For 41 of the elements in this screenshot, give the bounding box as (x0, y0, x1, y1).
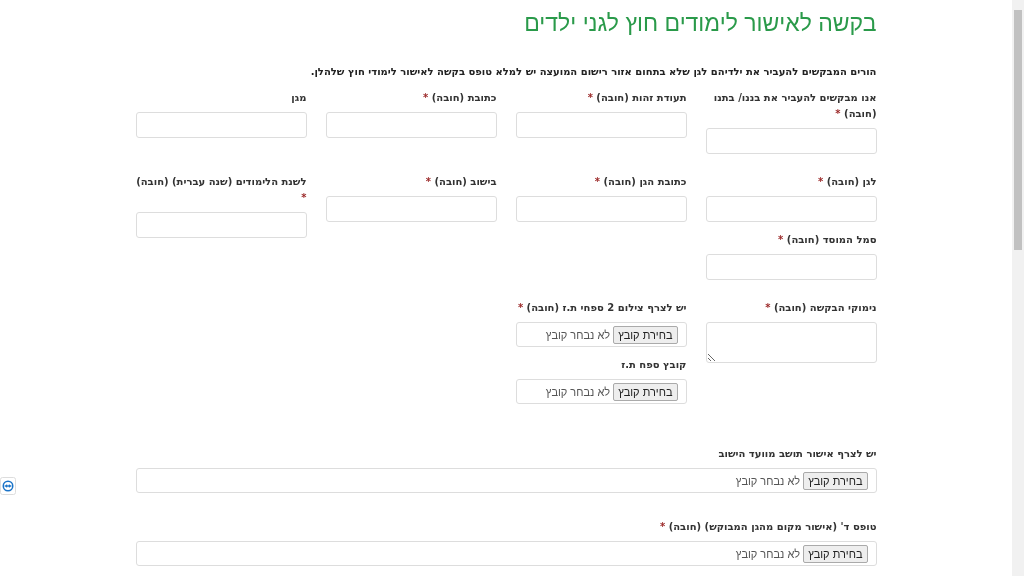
input-field[interactable] (705, 196, 877, 222)
field-label: טופס ד' (אישור מקום מהגן המבוקש) (חובה) * (658, 520, 877, 534)
field-label: בישוב (חובה) * (424, 175, 497, 189)
field-label: יש לצרף צילום 2 ספחי ת.ז (חובה) * (516, 301, 687, 315)
input-field[interactable] (515, 112, 687, 138)
scrollbar-thumb[interactable] (1014, 10, 1022, 250)
text-area[interactable] (705, 322, 877, 363)
file-field[interactable]: בחירת קובץ לא נבחר קובץ (135, 541, 877, 566)
file-status: לא נבחר קובץ (545, 385, 611, 398)
input-field[interactable] (135, 112, 307, 138)
file-field[interactable]: בחירת קובץ לא נבחר קובץ (515, 379, 687, 404)
field-label: כתובת (חובה) * (422, 91, 497, 105)
input-field[interactable] (705, 254, 877, 280)
file-status: לא נבחר קובץ (735, 547, 801, 560)
input-field[interactable] (135, 212, 307, 238)
field-label: מגן (290, 91, 307, 105)
choose-file-button[interactable]: בחירת קובץ (613, 325, 678, 344)
choose-file-button[interactable]: בחירת קובץ (803, 471, 868, 490)
input-field[interactable] (325, 196, 497, 222)
choose-file-button[interactable]: בחירת קובץ (613, 382, 678, 401)
input-field[interactable] (325, 112, 497, 138)
field-label: לגן (חובה) * (816, 175, 877, 189)
file-status: לא נבחר קובץ (545, 328, 611, 341)
field-label: לשנת הלימודים (שנה עברית) (חובה) * (135, 175, 307, 205)
support-icon[interactable] (0, 477, 16, 495)
file-field[interactable]: בחירת קובץ לא נבחר קובץ (515, 322, 687, 347)
input-field[interactable] (515, 196, 687, 222)
field-label: קובץ ספח ת.ז (620, 358, 687, 372)
page-title: בקשה לאישור לימודים חוץ לגני ילדים (523, 9, 877, 37)
file-field[interactable]: בחירת קובץ לא נבחר קובץ (135, 468, 877, 493)
field-label: יש לצרף אישור תושב מוועד הישוב (717, 447, 877, 461)
intro-text: הורים המבקשים להעביר את ילדיהם לגן שלא בתחום אזור רישום המועצה יש למלא טופס בקשה לאישור לימודי חוץ שלהלן. (309, 65, 877, 79)
input-field[interactable] (705, 128, 877, 154)
field-label: סמל המוסד (חובה) * (777, 233, 877, 247)
field-label: כתובת הגן (חובה) * (593, 175, 687, 189)
choose-file-button[interactable]: בחירת קובץ (803, 544, 868, 563)
field-label: נימוקי הבקשה (חובה) * (764, 301, 877, 315)
scrollbar[interactable] (1012, 0, 1024, 576)
field-label: אנו מבקשים להעביר את בננו/ בתנו (חובה) * (712, 91, 877, 121)
file-status: לא נבחר קובץ (735, 474, 801, 487)
field-label: תעודת זהות (חובה) * (586, 91, 687, 105)
